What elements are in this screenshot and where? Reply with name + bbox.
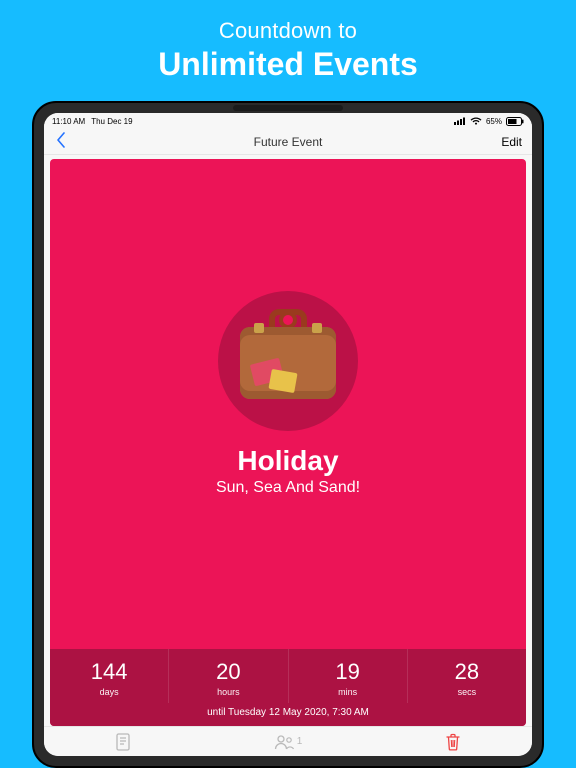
device-screen: 11:10 AM Thu Dec 19 65%	[44, 113, 532, 756]
document-icon	[115, 733, 131, 751]
status-date: Thu Dec 19	[91, 117, 132, 126]
promo-subtitle: Countdown to	[158, 18, 418, 44]
wifi-icon	[470, 117, 482, 125]
battery-icon	[506, 117, 524, 126]
tab-delete[interactable]	[445, 733, 461, 751]
tab-notes[interactable]	[115, 733, 131, 751]
signal-icon	[454, 117, 466, 125]
event-card: Holiday Sun, Sea And Sand! 144 days 20 h…	[50, 159, 526, 726]
promo-header: Countdown to Unlimited Events	[158, 0, 418, 83]
countdown-days-value: 144	[50, 659, 168, 685]
countdown-hours-value: 20	[169, 659, 287, 685]
countdown-secs-label: secs	[408, 687, 526, 697]
edit-button[interactable]: Edit	[501, 135, 522, 149]
tab-shared[interactable]: 1	[274, 734, 303, 750]
countdown-hours-label: hours	[169, 687, 287, 697]
status-time: 11:10 AM	[52, 117, 85, 126]
promo-title: Unlimited Events	[158, 46, 418, 83]
countdown-secs: 28 secs	[408, 649, 526, 703]
event-hero: Holiday Sun, Sea And Sand!	[50, 159, 526, 649]
tab-shared-count: 1	[297, 736, 303, 747]
event-subtitle: Sun, Sea And Sand!	[216, 479, 360, 497]
countdown-strip: 144 days 20 hours 19 mins 28 secs	[50, 649, 526, 726]
status-battery-pct: 65%	[486, 117, 502, 126]
device-frame: 11:10 AM Thu Dec 19 65%	[32, 101, 544, 768]
countdown-secs-value: 28	[408, 659, 526, 685]
device-speaker	[233, 105, 343, 111]
countdown-days-label: days	[50, 687, 168, 697]
event-until-line: until Tuesday 12 May 2020, 7:30 AM	[50, 703, 526, 726]
countdown-hours: 20 hours	[169, 649, 288, 703]
trash-icon	[445, 733, 461, 751]
suitcase-icon	[240, 323, 336, 399]
people-icon	[274, 734, 294, 750]
tab-bar: 1	[44, 726, 532, 756]
event-title: Holiday	[237, 445, 338, 477]
event-icon-circle	[218, 291, 358, 431]
nav-bar: Future Event Edit	[44, 129, 532, 155]
back-button[interactable]	[54, 132, 68, 152]
countdown-mins-value: 19	[289, 659, 407, 685]
countdown-days: 144 days	[50, 649, 169, 703]
countdown-mins-label: mins	[289, 687, 407, 697]
status-bar: 11:10 AM Thu Dec 19 65%	[44, 113, 532, 129]
nav-title: Future Event	[254, 135, 323, 149]
chevron-left-icon	[56, 132, 66, 148]
countdown-mins: 19 mins	[289, 649, 408, 703]
